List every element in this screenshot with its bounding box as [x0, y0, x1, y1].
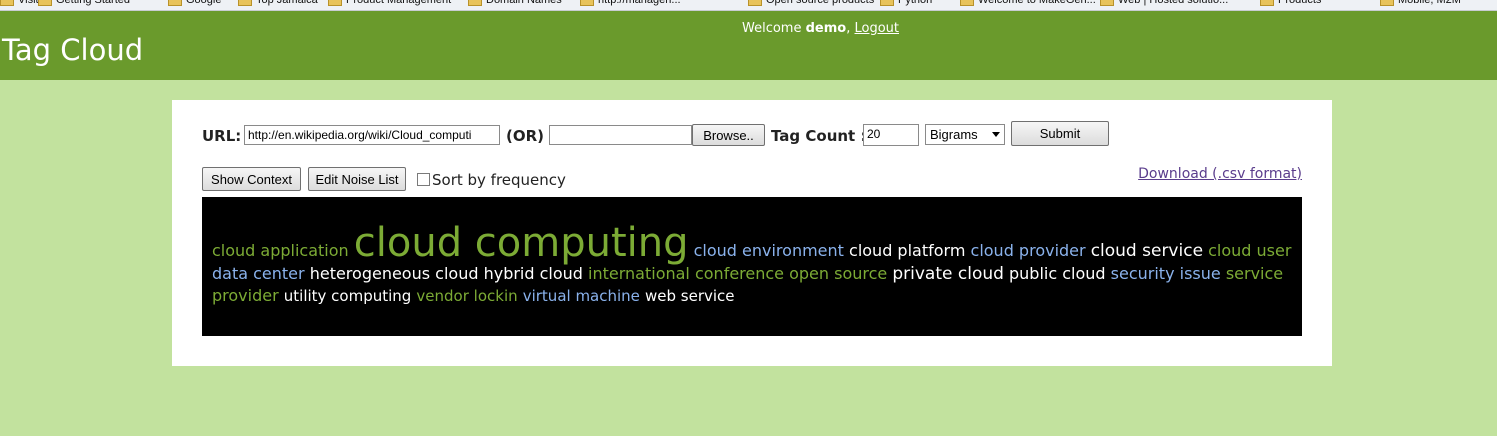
folder-icon [238, 0, 252, 6]
tag-cloud-item[interactable]: vendor lockin [416, 287, 517, 305]
tag-count-label: Tag Count : [771, 127, 867, 145]
bookmark-label: Products [1278, 0, 1322, 6]
bookmark-item[interactable]: Product Management [328, 0, 451, 8]
submit-button[interactable]: Submit [1011, 121, 1109, 146]
tag-cloud-item[interactable]: cloud environment [694, 241, 844, 260]
username: demo [805, 21, 847, 36]
folder-icon [0, 0, 14, 6]
url-label: URL: [202, 127, 242, 145]
tag-cloud-item[interactable]: web service [645, 287, 735, 305]
bookmark-label: http://mahagen... [598, 0, 681, 6]
sort-by-frequency-label: Sort by frequency [432, 171, 566, 189]
tag-cloud-item[interactable]: private cloud [892, 264, 1004, 284]
folder-icon [960, 0, 974, 6]
bookmark-label: Domain Names [486, 0, 562, 6]
bookmark-item[interactable]: http://mahagen... [580, 0, 681, 8]
tag-cloud-item[interactable]: virtual machine [523, 287, 640, 305]
logout-link[interactable]: Logout [855, 21, 900, 36]
tag-cloud-item[interactable]: hybrid cloud [484, 264, 583, 283]
tag-cloud-item[interactable]: data center [212, 264, 305, 283]
tag-cloud-item[interactable]: cloud computing [354, 220, 689, 266]
tag-cloud-item[interactable]: international conference [588, 264, 784, 283]
tag-cloud-item[interactable]: heterogeneous cloud [310, 264, 479, 283]
bookmark-item[interactable]: Mobile, M2M [1380, 0, 1461, 8]
tag-cloud-item[interactable]: public cloud [1009, 264, 1106, 283]
bookmark-item[interactable]: Google [168, 0, 221, 8]
bookmarks-bar: Visited Getting Started Google Top Jamaica P… [0, 0, 1497, 11]
bookmark-item[interactable]: Open source products [748, 0, 874, 8]
main-panel: URL: http://en.wikipedia.org/wiki/Cloud_… [172, 100, 1332, 366]
folder-icon [168, 0, 182, 6]
folder-icon [880, 0, 894, 6]
page-title: Tag Cloud [2, 33, 144, 67]
bookmark-label: Welcome to MakeGen... [978, 0, 1096, 6]
download-csv-link[interactable]: Download (.csv format) [1138, 166, 1302, 182]
folder-icon [38, 0, 52, 6]
show-context-button[interactable]: Show Context [202, 167, 301, 191]
browse-button[interactable]: Browse.. [692, 124, 765, 146]
bookmark-label: Product Management [346, 0, 452, 6]
welcome-prefix: Welcome [742, 21, 802, 36]
bookmark-item[interactable]: Welcome to MakeGen... [960, 0, 1096, 8]
folder-icon [748, 0, 762, 6]
tag-count-input[interactable]: 20 [863, 124, 919, 146]
folder-icon [1380, 0, 1394, 6]
tag-cloud-item[interactable]: cloud platform [849, 241, 965, 260]
tag-cloud-item[interactable]: security issue [1111, 264, 1221, 283]
bookmark-item[interactable]: Products [1260, 0, 1321, 8]
edit-noise-list-button[interactable]: Edit Noise List [308, 167, 406, 191]
folder-icon [580, 0, 594, 6]
file-path-input[interactable] [549, 125, 692, 145]
bookmark-label: Mobile, M2M [1398, 0, 1461, 6]
bookmark-label: Getting Started [56, 0, 130, 6]
tag-cloud-item[interactable]: cloud service [1091, 241, 1203, 261]
welcome-comma: , [846, 21, 851, 36]
bookmark-label: Open source products [766, 0, 875, 6]
folder-icon [328, 0, 342, 6]
folder-icon [468, 0, 482, 6]
welcome-message: Welcome demo, Logout [742, 21, 899, 36]
bookmark-item[interactable]: Getting Started [38, 0, 130, 8]
tag-cloud-item[interactable]: cloud provider [971, 241, 1086, 260]
tag-cloud-item[interactable]: utility computing [284, 287, 412, 305]
folder-icon [1260, 0, 1274, 6]
bookmark-item[interactable]: Domain Names [468, 0, 562, 8]
tag-cloud-item[interactable]: cloud user [1208, 241, 1291, 260]
tag-cloud-item[interactable]: open source [789, 264, 887, 283]
sort-by-frequency-checkbox[interactable] [417, 173, 430, 186]
folder-icon [1100, 0, 1114, 6]
bookmark-label: Web | Hosted solutio... [1118, 0, 1229, 6]
tag-cloud: cloud application cloud computing cloud … [202, 197, 1302, 336]
tag-cloud-item[interactable]: cloud application [212, 241, 349, 260]
url-input[interactable]: http://en.wikipedia.org/wiki/Cloud_compu… [244, 125, 500, 145]
ngram-selected-value: Bigrams [930, 127, 978, 142]
ngram-select[interactable]: Bigrams [925, 124, 1005, 145]
bookmark-item[interactable]: Python [880, 0, 932, 8]
bookmark-item[interactable]: Top Jamaica [238, 0, 318, 8]
or-label: (OR) [506, 127, 545, 145]
bookmark-label: Google [186, 0, 222, 6]
bookmark-label: Python [898, 0, 933, 6]
chevron-down-icon [992, 132, 1000, 137]
app-header: Tag Cloud Welcome demo, Logout [0, 11, 1497, 80]
bookmark-item[interactable]: Web | Hosted solutio... [1100, 0, 1228, 8]
bookmark-label: Top Jamaica [256, 0, 318, 6]
